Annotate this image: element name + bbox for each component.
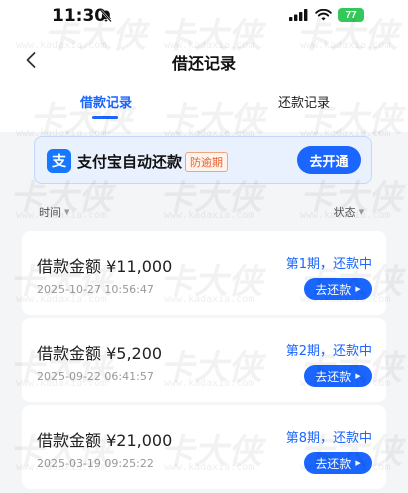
- tab-borrow-records[interactable]: 借款记录: [80, 92, 132, 111]
- enable-autopay-button[interactable]: 去开通: [297, 146, 361, 174]
- installment-status: 第2期，还款中: [285, 344, 372, 359]
- triangle-right-icon: ▶: [355, 372, 361, 380]
- alipay-logo-icon: 支: [47, 149, 71, 173]
- status-indicators: 77: [289, 8, 364, 22]
- filter-status-label: 状态: [333, 206, 356, 219]
- loan-amount: 借款金额 ¥21,000: [37, 431, 173, 450]
- cellular-icon: [289, 9, 308, 21]
- tab-repay-records[interactable]: 还款记录: [278, 92, 330, 111]
- triangle-right-icon: ▶: [355, 459, 361, 467]
- wifi-icon: [315, 9, 332, 21]
- banner-text: 支付宝自动还款: [77, 153, 183, 171]
- repay-button-label: 去还款: [315, 456, 352, 471]
- filter-time[interactable]: 时间 ▼: [39, 204, 69, 220]
- loan-datetime: 2025-03-19 09:25:22: [37, 457, 154, 470]
- record-card[interactable]: 借款金额 ¥21,000 2025-03-19 09:25:22 第8期，还款中…: [22, 405, 386, 489]
- status-time: 11:30: [52, 6, 107, 26]
- repay-button-label: 去还款: [315, 369, 352, 384]
- repay-button[interactable]: 去还款 ▶: [304, 365, 372, 387]
- installment-status: 第8期，还款中: [285, 431, 372, 446]
- bell-slash-icon: [100, 9, 112, 23]
- triangle-down-icon: ▼: [64, 208, 70, 216]
- page-title: 借还记录: [171, 54, 236, 73]
- record-card[interactable]: 借款金额 ¥5,200 2025-09-22 06:41:57 第2期，还款中 …: [22, 318, 386, 402]
- installment-status: 第1期，还款中: [285, 257, 372, 272]
- active-tab-indicator: [92, 116, 118, 119]
- overdue-prevention-badge: 防逾期: [185, 152, 228, 172]
- filter-status[interactable]: 状态 ▼: [334, 204, 364, 220]
- watermark-site: www.kadaxia.com: [164, 210, 255, 221]
- filter-time-label: 时间: [39, 206, 61, 219]
- battery-icon: 77: [338, 8, 364, 22]
- triangle-right-icon: ▶: [355, 285, 361, 293]
- loan-datetime: 2025-09-22 06:41:57: [37, 370, 154, 383]
- repay-button[interactable]: 去还款 ▶: [304, 278, 372, 300]
- loan-amount: 借款金额 ¥11,000: [37, 257, 173, 276]
- repay-button[interactable]: 去还款 ▶: [304, 452, 372, 474]
- alipay-autopay-banner: 支 支付宝自动还款 防逾期 去开通: [34, 136, 372, 184]
- loan-amount: 借款金额 ¥5,200: [37, 344, 163, 363]
- triangle-down-icon: ▼: [358, 208, 364, 216]
- repay-button-label: 去还款: [315, 282, 352, 297]
- record-card[interactable]: 借款金额 ¥11,000 2025-10-27 10:56:47 第1期，还款中…: [22, 231, 386, 315]
- loan-datetime: 2025-10-27 10:56:47: [37, 283, 154, 296]
